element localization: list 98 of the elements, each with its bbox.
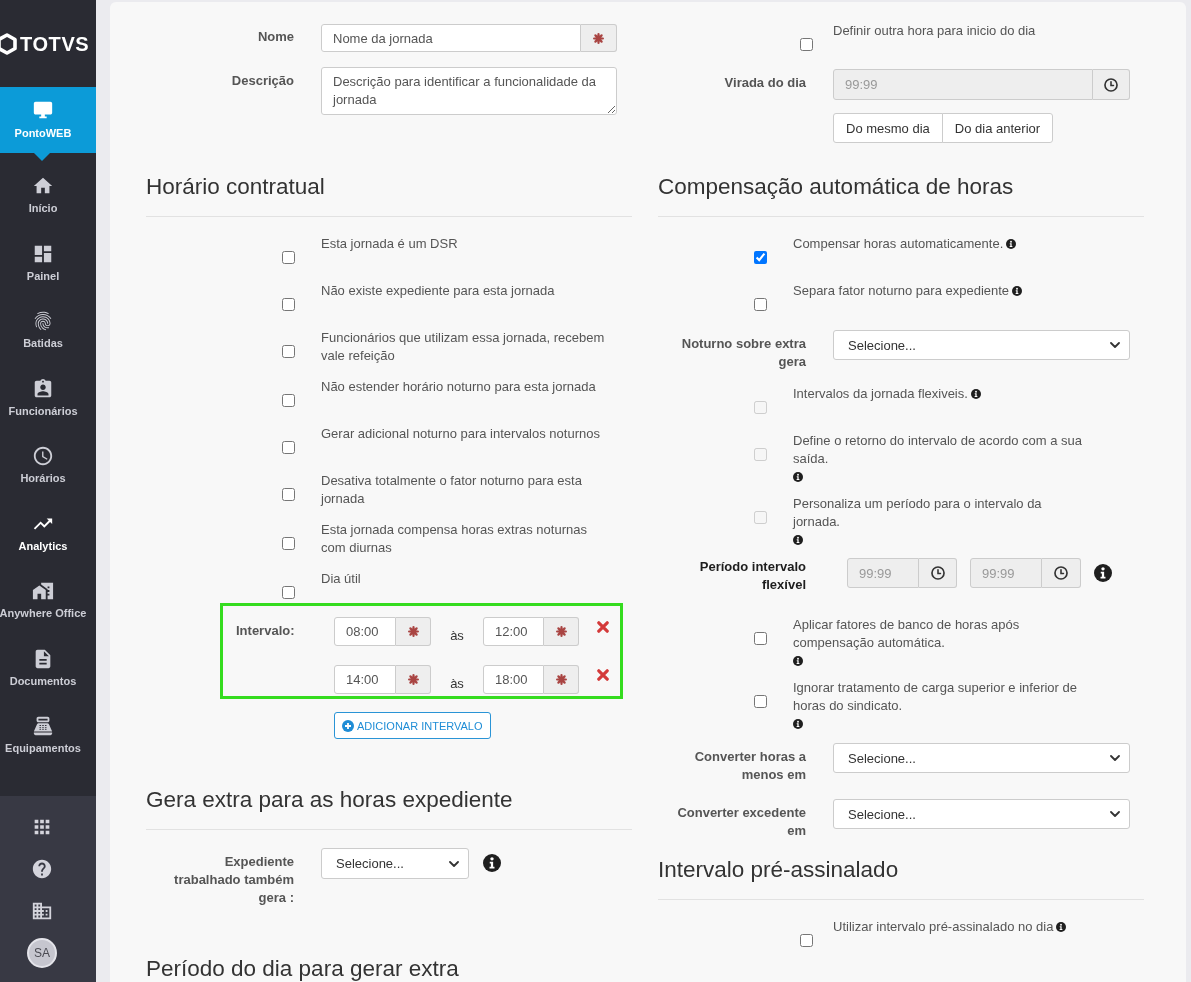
time-field[interactable]: 14:00	[334, 665, 396, 694]
field-label: Nome	[257, 28, 294, 46]
plus-circle-icon	[342, 719, 354, 732]
option-label: Dia útil	[321, 571, 361, 586]
user-avatar[interactable]: SA	[27, 938, 57, 968]
remove-button[interactable]	[597, 621, 609, 633]
text-field[interactable]: Nome da jornada	[321, 24, 581, 52]
time-field[interactable]: 12:00	[483, 617, 544, 646]
textarea-field[interactable]: Descrição para identificar a funcionalidade da jornada	[321, 67, 617, 115]
asterisk-icon	[555, 626, 567, 637]
house-building-icon	[32, 580, 54, 602]
nav-item[interactable]: Início	[0, 163, 96, 231]
help-icon[interactable]	[31, 858, 53, 880]
option-label: Aplicar fatores de banco de horas após compensação automática.	[793, 617, 1020, 650]
checkbox[interactable]	[282, 537, 295, 550]
section-title: Gera extra para as horas expediente	[146, 787, 514, 813]
option-label: Ignorar tratamento de carga superior e inferior de horas do sindicato.	[793, 680, 1077, 713]
option-label: Não estender horário noturno para esta jornada	[321, 379, 596, 394]
checkbox[interactable]	[282, 298, 295, 311]
field-label: Intervalo:	[236, 622, 296, 640]
field-label: Converter horas a menos em	[693, 748, 806, 784]
option-label: Intervalos da jornada flexiveis.	[793, 386, 968, 401]
time-field[interactable]: 08:00	[334, 617, 396, 646]
nav-item[interactable]: Anywhere Office	[0, 568, 96, 636]
cash-register-icon	[32, 715, 54, 737]
time-picker-button[interactable]	[1042, 558, 1081, 588]
option-label: Separa fator noturno para expediente	[793, 283, 1010, 298]
checkbox[interactable]	[282, 345, 295, 358]
fingerprint-icon	[32, 310, 54, 332]
monitor-icon	[32, 99, 54, 121]
add-interval-button[interactable]: ADICIONAR INTERVALO	[334, 712, 491, 739]
nav-item[interactable]: Painel	[0, 230, 96, 298]
option-label: Utilizar intervalo pré-assinalado no dia	[833, 919, 1054, 934]
id-badge-icon	[32, 377, 54, 400]
asterisk-icon	[407, 674, 419, 685]
time-picker-button[interactable]	[1093, 69, 1130, 100]
asterisk-icon	[407, 626, 419, 637]
checkbox[interactable]	[800, 934, 813, 947]
checkbox[interactable]	[282, 441, 295, 454]
field-label: Noturno sobre extra gera	[680, 335, 806, 371]
select-field[interactable]: Selecione...	[833, 799, 1130, 829]
chevron-down-icon	[1110, 342, 1120, 348]
option-label: Gerar adicional noturno para intervalos noturnos	[321, 426, 600, 441]
checkbox[interactable]	[282, 488, 295, 501]
option-label: Personaliza um período para o intervalo da jornada.	[793, 496, 1042, 529]
chevron-down-icon	[1110, 755, 1120, 761]
option-label: Não existe expediente para esta jornada	[321, 283, 555, 298]
chevron-down-icon	[1110, 811, 1120, 817]
range-separator: às	[450, 675, 464, 693]
checkbox[interactable]	[282, 251, 295, 264]
nav-item[interactable]: Analytics	[0, 500, 96, 568]
checkbox[interactable]	[754, 632, 767, 645]
nav-item[interactable]: Horários	[0, 433, 96, 501]
logo-icon	[0, 32, 17, 55]
option-label: Desativa totalmente o fator noturno para esta jornada	[321, 473, 582, 506]
logo-text: TOTVS	[20, 31, 90, 56]
chevron-down-icon	[449, 860, 459, 867]
section-title: Período do dia para gerar extra	[146, 956, 460, 982]
range-separator: às	[450, 627, 464, 645]
nav-item[interactable]: Documentos	[0, 635, 96, 703]
clock-icon	[1054, 566, 1068, 580]
option-label: Esta jornada compensa horas extras noturnas com diurnas	[321, 522, 587, 555]
nav-item[interactable]: Funcionários	[0, 365, 96, 433]
asterisk-icon	[555, 674, 567, 685]
clock-icon	[930, 566, 945, 580]
field-label: Expediente trabalhado também gera :	[173, 853, 294, 907]
close-icon	[597, 669, 609, 681]
checkbox[interactable]	[754, 298, 767, 311]
asterisk-icon	[593, 32, 604, 44]
field-label: Período intervalo flexível	[698, 558, 806, 594]
section-title: Horário contratual	[146, 174, 326, 200]
section-title: Compensação automática de horas	[658, 174, 1015, 200]
close-icon	[597, 621, 609, 633]
clock-icon	[1104, 77, 1118, 92]
clock-icon	[32, 445, 54, 467]
select-field[interactable]: Selecione...	[321, 848, 469, 879]
select-field[interactable]: Selecione...	[833, 330, 1130, 360]
section-title: Intervalo pré-assinalado	[658, 857, 900, 883]
option-label: Funcionários que utilizam essa jornada, recebem vale refeição	[321, 330, 605, 363]
checkbox[interactable]	[282, 586, 295, 599]
field-label: Descrição	[231, 72, 294, 90]
option-label: Esta jornada é um DSR	[321, 236, 458, 251]
pointer-triangle-icon	[34, 153, 50, 161]
option-label: Compensar horas automaticamente.	[793, 236, 1004, 251]
field-label: Virada do dia	[724, 74, 806, 92]
remove-button[interactable]	[597, 669, 609, 681]
checkbox[interactable]	[754, 251, 767, 264]
field-label: Converter excedente em	[676, 804, 806, 840]
building-icon[interactable]	[31, 900, 53, 922]
nav-item[interactable]: Equipamentos	[0, 703, 96, 771]
option-label: Define o retorno do intervalo de acordo com a sua saída.	[793, 433, 1083, 466]
nav-item[interactable]: Batidas	[0, 298, 96, 366]
checkbox[interactable]	[754, 695, 767, 708]
select-field[interactable]: Selecione...	[833, 743, 1130, 773]
time-picker-button[interactable]	[919, 558, 957, 588]
checkbox[interactable]	[282, 394, 295, 407]
option-label: Definir outra hora para inicio do dia	[833, 23, 1036, 38]
time-field[interactable]: 18:00	[483, 665, 544, 694]
